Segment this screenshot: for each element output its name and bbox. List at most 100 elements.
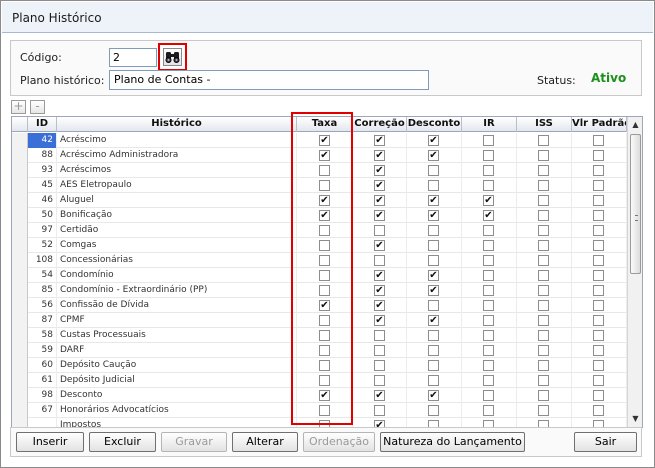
header-iss[interactable]: ISS [517, 117, 572, 132]
iss-checkbox[interactable] [538, 300, 549, 311]
table-row[interactable]: 97 Certidão [12, 223, 627, 238]
taxa-checkbox[interactable] [319, 165, 330, 176]
cell-id[interactable]: 42 [28, 133, 57, 148]
iss-checkbox[interactable] [538, 345, 549, 356]
cell-historico[interactable]: Aluguel [57, 193, 297, 208]
search-button[interactable] [158, 43, 187, 71]
desconto-checkbox[interactable] [428, 330, 439, 341]
cell-historico[interactable]: Comgas [57, 238, 297, 253]
vlr_padrao-checkbox[interactable] [593, 390, 604, 401]
row-selector[interactable] [12, 328, 28, 343]
desconto-checkbox[interactable] [428, 345, 439, 356]
table-row[interactable]: 67 Honorários Advocatícios [12, 403, 627, 418]
correcao-checkbox[interactable] [374, 225, 385, 236]
ir-checkbox[interactable] [483, 330, 494, 341]
correcao-checkbox[interactable] [374, 210, 385, 221]
row-selector[interactable] [12, 268, 28, 283]
table-row[interactable]: 88 Acréscimo Administradora [12, 148, 627, 163]
row-selector[interactable] [12, 163, 28, 178]
correcao-checkbox[interactable] [374, 330, 385, 341]
desconto-checkbox[interactable] [428, 315, 439, 326]
row-selector[interactable] [12, 388, 28, 403]
ir-checkbox[interactable] [483, 180, 494, 191]
ir-checkbox[interactable] [483, 315, 494, 326]
iss-checkbox[interactable] [538, 165, 549, 176]
taxa-checkbox[interactable] [319, 225, 330, 236]
ir-checkbox[interactable] [483, 360, 494, 371]
desconto-checkbox[interactable] [428, 150, 439, 161]
vlr_padrao-checkbox[interactable] [593, 330, 604, 341]
table-row[interactable]: 98 Desconto [12, 388, 627, 403]
desconto-checkbox[interactable] [428, 165, 439, 176]
taxa-checkbox[interactable] [319, 270, 330, 281]
taxa-checkbox[interactable] [319, 360, 330, 371]
ir-checkbox[interactable] [483, 150, 494, 161]
cell-id[interactable]: 108 [28, 253, 57, 268]
cell-historico[interactable]: Custas Processuais [57, 328, 297, 343]
taxa-checkbox[interactable] [319, 330, 330, 341]
iss-checkbox[interactable] [538, 180, 549, 191]
row-selector[interactable] [12, 373, 28, 388]
vlr_padrao-checkbox[interactable] [593, 150, 604, 161]
desconto-checkbox[interactable] [428, 180, 439, 191]
vlr_padrao-checkbox[interactable] [593, 270, 604, 281]
cell-historico[interactable]: Confissão de Dívida [57, 298, 297, 313]
ir-checkbox[interactable] [483, 300, 494, 311]
row-selector[interactable] [12, 298, 28, 313]
ir-checkbox[interactable] [483, 195, 494, 206]
cell-id[interactable]: 97 [28, 223, 57, 238]
cell-historico[interactable]: CPMF [57, 313, 297, 328]
scroll-down-icon[interactable]: ▼ [628, 411, 642, 426]
vlr_padrao-checkbox[interactable] [593, 345, 604, 356]
cell-historico[interactable]: Concessionárias [57, 253, 297, 268]
row-selector[interactable] [12, 238, 28, 253]
desconto-checkbox[interactable] [428, 135, 439, 146]
desconto-checkbox[interactable] [428, 405, 439, 416]
cell-historico[interactable]: Certidão [57, 223, 297, 238]
desconto-checkbox[interactable] [428, 390, 439, 401]
cell-id[interactable]: 85 [28, 283, 57, 298]
cell-id[interactable]: 52 [28, 238, 57, 253]
correcao-checkbox[interactable] [374, 345, 385, 356]
taxa-checkbox[interactable] [319, 240, 330, 251]
vlr_padrao-checkbox[interactable] [593, 255, 604, 266]
taxa-checkbox[interactable] [319, 180, 330, 191]
natureza-lancamento-button[interactable]: Natureza do Lançamento [380, 432, 525, 452]
row-selector[interactable] [12, 283, 28, 298]
cell-historico[interactable]: DARF [57, 343, 297, 358]
cell-historico[interactable]: Bonificação [57, 208, 297, 223]
row-selector[interactable] [12, 178, 28, 193]
cell-id[interactable]: 98 [28, 388, 57, 403]
iss-checkbox[interactable] [538, 360, 549, 371]
cell-historico[interactable]: Acréscimos [57, 163, 297, 178]
ir-checkbox[interactable] [483, 210, 494, 221]
correcao-checkbox[interactable] [374, 135, 385, 146]
iss-checkbox[interactable] [538, 315, 549, 326]
scroll-up-icon[interactable]: ▲ [628, 117, 642, 132]
correcao-checkbox[interactable] [374, 285, 385, 296]
table-row[interactable]: 60 Depósito Caução [12, 358, 627, 373]
correcao-checkbox[interactable] [374, 150, 385, 161]
table-row[interactable]: 108 Concessionárias [12, 253, 627, 268]
correcao-checkbox[interactable] [374, 270, 385, 281]
iss-checkbox[interactable] [538, 135, 549, 146]
ir-checkbox[interactable] [483, 255, 494, 266]
vlr_padrao-checkbox[interactable] [593, 135, 604, 146]
cell-id[interactable]: 88 [28, 148, 57, 163]
vertical-scrollbar[interactable]: ▲ ▼ [627, 117, 642, 427]
taxa-checkbox[interactable] [319, 390, 330, 401]
cell-historico[interactable]: Acréscimo [57, 133, 297, 148]
cell-id[interactable]: 87 [28, 313, 57, 328]
row-selector[interactable] [12, 313, 28, 328]
vlr_padrao-checkbox[interactable] [593, 360, 604, 371]
iss-checkbox[interactable] [538, 255, 549, 266]
ir-checkbox[interactable] [483, 405, 494, 416]
header-taxa[interactable]: Taxa [297, 117, 353, 132]
ir-checkbox[interactable] [483, 285, 494, 296]
vlr_padrao-checkbox[interactable] [593, 210, 604, 221]
desconto-checkbox[interactable] [428, 270, 439, 281]
ordenacao-button[interactable]: Ordenação [303, 432, 375, 452]
cell-id[interactable]: 50 [28, 208, 57, 223]
codigo-input[interactable]: 2 [109, 48, 157, 67]
iss-checkbox[interactable] [538, 405, 549, 416]
